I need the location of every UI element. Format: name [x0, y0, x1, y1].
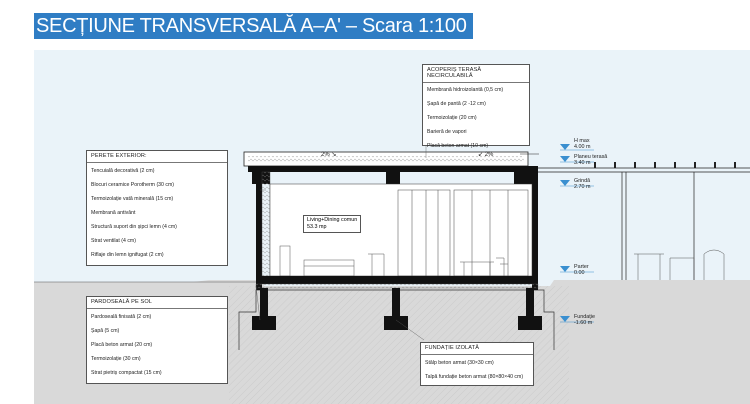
floor-spec-item: Strat pietriș compactat (15 cm) — [91, 370, 162, 376]
footing-right — [518, 316, 542, 330]
pergola — [538, 167, 750, 280]
room-name: Living+Dining comun — [307, 217, 358, 223]
foundation-spec-item: Talpă fundație beton armat (80×80×40 cm) — [425, 374, 524, 380]
wall-spec-heading: PERETE EXTERIOR: — [87, 151, 227, 163]
wall-spec-item: Membrană antivânt — [91, 210, 136, 216]
pergola-rafters — [594, 162, 736, 168]
level-label-foundation: Fundație -1.60 m — [574, 314, 595, 326]
roof-spec-item: Termoizolație (20 cm) — [427, 115, 477, 121]
level-label-ground-floor: Parter 0.00 — [574, 264, 589, 276]
floor-spec-item: Placă beton armat (20 cm) — [91, 342, 153, 348]
roof-beam-right — [514, 172, 532, 184]
floor-spec-item: Șapă (5 cm) — [91, 328, 120, 334]
wall-spec-item: Termoizolație vată minerală (15 cm) — [91, 196, 174, 202]
floor-spec-item: Termoizolație (30 cm) — [91, 356, 141, 362]
footing-mid — [384, 316, 408, 330]
room-area: 53.3 mp — [307, 224, 327, 230]
roof-slope-right: ↙ 2% — [478, 152, 494, 158]
roof-spec-box: ACOPERIȘ TERASĂ NECIRCULABILĂ Membrană h… — [422, 64, 530, 149]
column-mid — [392, 288, 400, 316]
section-drawing: 2% ↘ ↙ 2% Living+Dining comun 53.3 mp AC… — [34, 50, 750, 404]
roof-slab — [248, 166, 538, 172]
wall-left-insulation — [261, 171, 271, 277]
roof-spec-item: Barieră de vapori — [427, 129, 467, 135]
column-left — [260, 288, 268, 316]
column-right — [526, 288, 534, 316]
foundation-spec-heading: FUNDAȚIE IZOLATĂ — [421, 343, 533, 355]
wall-spec-item: Tencuială decorativă (2 cm) — [91, 168, 155, 174]
wall-spec-box: PERETE EXTERIOR: Tencuială decorativă (2… — [86, 150, 228, 266]
foundation-spec-box: FUNDAȚIE IZOLATĂ Stâlp beton armat (30×3… — [420, 342, 534, 386]
wall-spec-item: Strat ventilat (4 cm) — [91, 238, 136, 244]
level-label-beam: Grindă 2.70 m — [574, 178, 591, 190]
page-title: SECȚIUNE TRANSVERSALĂ A–A' – Scara 1:100 — [34, 13, 473, 39]
level-label-terrace: Planeu terasă 3.40 m — [574, 154, 608, 166]
wall-left-structure — [256, 172, 262, 290]
terrace-furniture — [634, 249, 725, 280]
roof-spec-heading: ACOPERIȘ TERASĂ NECIRCULABILĂ — [423, 65, 529, 83]
foundation-spec-item: Stâlp beton armat (30×30 cm) — [425, 360, 494, 366]
floor-spec-box: PARDOSEALĂ PE SOL Pardoseală finisată (2… — [86, 296, 228, 384]
roof-spec-item: Șapă de pantă (2 -12 cm) — [427, 101, 486, 107]
roof-slope-left: 2% ↘ — [321, 152, 337, 158]
level-label-hmax: H max 4.00 m — [574, 138, 591, 150]
room-tag: Living+Dining comun 53.3 mp — [303, 215, 362, 233]
floor-slab — [256, 276, 538, 284]
floor-spec-heading: PARDOSEALĂ PE SOL — [87, 297, 227, 309]
roof-spec-item: Placă beton armat (10 cm) — [427, 143, 489, 149]
floor-spec-item: Pardoseală finisată (2 cm) — [91, 314, 152, 320]
wall-spec-item: Blocuri ceramice Porotherm (30 cm) — [91, 182, 175, 188]
footing-left — [252, 316, 276, 330]
wall-right-structure — [532, 172, 538, 290]
roof-spec-item: Membrană hidroizolantă (0,5 cm) — [427, 87, 504, 93]
wall-spec-item: Structură suport din șipci lemn (4 cm) — [91, 224, 177, 230]
roof-beam-mid — [386, 172, 400, 184]
wall-spec-item: Riflaje din lemn ignifugat (2 cm) — [91, 252, 164, 258]
floor-insulation — [255, 283, 539, 289]
